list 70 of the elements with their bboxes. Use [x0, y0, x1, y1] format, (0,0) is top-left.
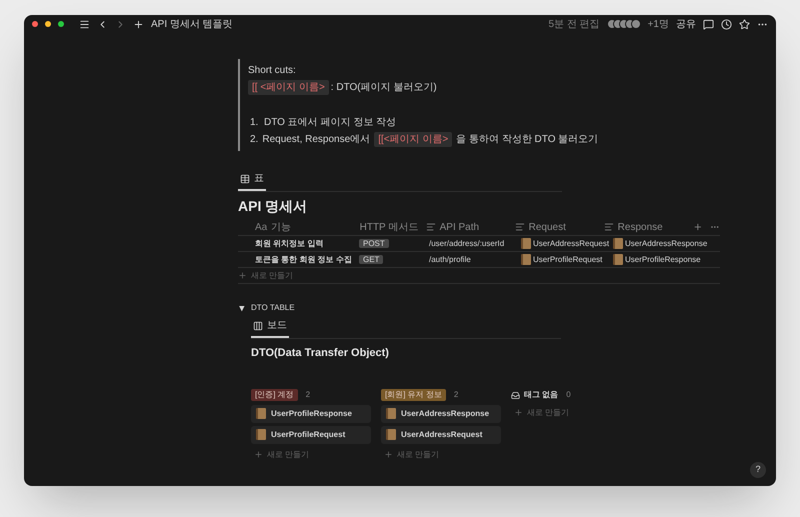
method-tag: GET [359, 255, 384, 264]
group-count: 2 [454, 389, 458, 401]
avatar [630, 19, 641, 29]
page-link[interactable]: UserProfileResponse [625, 254, 701, 266]
board-icon [253, 320, 263, 330]
card-title: UserAddressResponse [401, 408, 490, 420]
board-card[interactable]: UserAddressResponse [381, 404, 501, 422]
table-cell-text: /auth/profile [428, 254, 472, 266]
lines-icon [514, 222, 525, 232]
lines-icon [426, 222, 436, 232]
page-icon [613, 238, 623, 249]
page-icon [256, 408, 266, 419]
card-title: UserProfileResponse [271, 408, 352, 420]
page-link[interactable]: UserAddressRequest [533, 238, 610, 250]
group-tag: [회원] 유저 정보 [381, 389, 446, 401]
group-tag: [인증] 계정 [251, 389, 298, 401]
database-title: DTO(Data Transfer Object) [251, 346, 390, 361]
edited-time: 5분 전 편집 [548, 18, 600, 32]
breadcrumb[interactable]: API 명세서 템플릿 [151, 16, 233, 32]
table-icon [240, 174, 250, 184]
table-cell[interactable]: 회원 위치정보 입력 [255, 239, 324, 248]
toggle-label: DTO TABLE [251, 302, 295, 314]
group-count: 2 [306, 389, 310, 401]
column-header[interactable]: Request [510, 220, 600, 234]
column-header[interactable]: API Path [422, 220, 511, 234]
page-icon [386, 408, 396, 419]
share-button[interactable]: 공유 [676, 16, 696, 32]
database-title: API 명세서 [238, 197, 308, 216]
inline-code: [[ <페이지 이름> [248, 80, 329, 95]
people-count: +1명 [648, 18, 669, 32]
clock-icon[interactable] [721, 18, 732, 30]
group-label: 태그 없음 [524, 389, 558, 401]
table-cell-text: /user/address/:userId [428, 238, 506, 250]
star-icon[interactable] [739, 18, 750, 30]
page-icon [256, 429, 266, 440]
page-link[interactable]: UserAddressResponse [625, 238, 708, 250]
list-text: DTO 표에서 페이지 정보 작성 [264, 116, 396, 130]
page-icon [521, 238, 531, 249]
method-tag: POST [359, 239, 389, 248]
shortcut-text: : DTO(페이지 불러오기) [330, 81, 437, 95]
help-button[interactable]: ? [750, 462, 766, 478]
list-number: 1. [250, 116, 260, 130]
callout-title: Short cuts: [248, 64, 297, 78]
column-header[interactable]: Aa 기능 [251, 220, 352, 234]
group-count: 0 [566, 389, 571, 401]
comment-icon[interactable] [703, 18, 714, 30]
list-text: Request, Response에서 [262, 133, 370, 147]
page-icon [386, 429, 396, 440]
card-title: UserAddressRequest [401, 428, 482, 440]
table-view-tab[interactable]: 표 [238, 171, 266, 191]
add-icon[interactable] [133, 18, 144, 30]
board-card[interactable]: UserAddressRequest [381, 426, 501, 444]
board-card[interactable]: UserProfileResponse [251, 404, 371, 422]
page-link[interactable]: UserProfileRequest [533, 254, 602, 266]
page-icon [613, 254, 623, 265]
add-column-icon[interactable] [692, 222, 702, 232]
text-type-icon: Aa [255, 220, 268, 234]
card-title: UserProfileRequest [271, 428, 346, 440]
board-card[interactable]: UserProfileRequest [251, 426, 371, 444]
column-header[interactable]: HTTP 메서드 [352, 220, 422, 234]
inbox-icon [511, 390, 520, 400]
page-icon [521, 254, 531, 265]
list-number: 2. [250, 133, 258, 147]
list-text: 을 통하여 작성한 DTO 불러오기 [456, 133, 598, 147]
lines-icon [604, 222, 614, 232]
table-cell[interactable]: 토큰을 통한 회원 정보 수집 [255, 255, 352, 264]
board-view-tab[interactable]: 보드 [251, 318, 289, 338]
inline-code: [[<페이지 이름> [374, 132, 452, 147]
column-header[interactable]: Response [600, 220, 689, 234]
menu-icon[interactable] [79, 18, 90, 30]
